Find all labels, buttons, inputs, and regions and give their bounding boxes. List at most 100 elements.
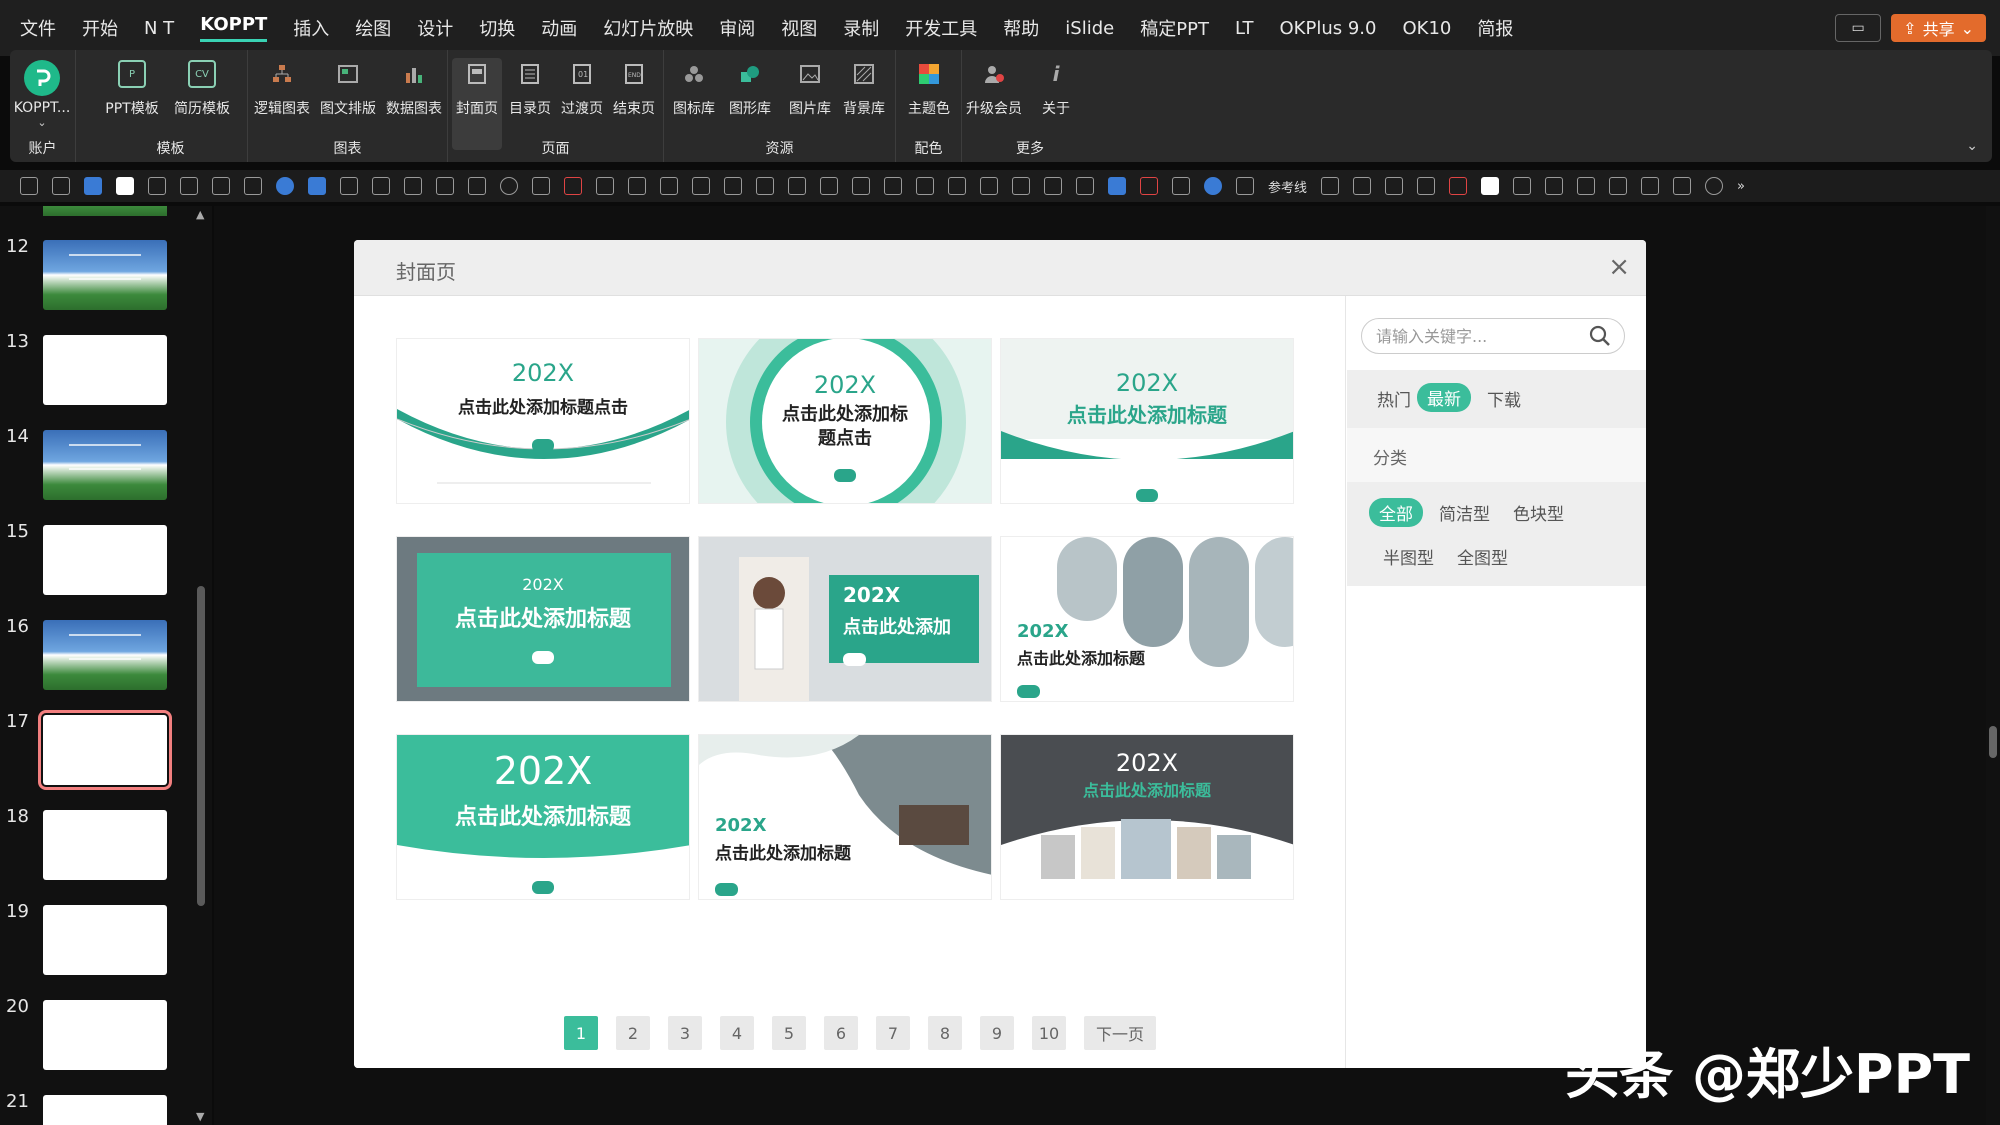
align-center-icon[interactable] — [948, 177, 966, 195]
scrollbar-thumb[interactable] — [197, 586, 205, 906]
slide-thumbnail[interactable] — [43, 1000, 167, 1070]
menu-file[interactable]: 文件 — [20, 15, 56, 41]
merge-shapes-icon[interactable] — [1705, 177, 1724, 195]
category-tab-half-image[interactable]: 半图型 — [1383, 544, 1434, 569]
edit-shape-icon[interactable] — [404, 177, 422, 195]
slide-thumbnail[interactable] — [43, 810, 167, 880]
comments-button[interactable]: ▭ — [1835, 14, 1882, 42]
slide-row[interactable]: 14 — [0, 426, 200, 516]
end-page-button[interactable]: END 结束页 — [608, 58, 660, 118]
category-tab-simple[interactable]: 简洁型 — [1439, 500, 1490, 525]
menu-gaoding[interactable]: 稿定PPT — [1140, 15, 1209, 41]
next-page-button[interactable]: 下一页 — [1084, 1016, 1156, 1050]
circle-icon[interactable] — [1204, 177, 1222, 195]
align-left-icon[interactable] — [884, 177, 902, 195]
template-card[interactable]: 202X 点击此处添加标题 — [396, 734, 690, 900]
align-icon[interactable] — [20, 177, 38, 195]
reference-line-checkbox[interactable] — [1236, 177, 1254, 195]
eraser-icon[interactable] — [1353, 177, 1372, 195]
menu-review[interactable]: 审阅 — [719, 15, 755, 41]
overflow-icon[interactable]: » — [1737, 179, 1745, 194]
slide-row[interactable]: 18 — [0, 806, 200, 896]
page-button-8[interactable]: 8 — [928, 1016, 962, 1050]
category-tab-color-block[interactable]: 色块型 — [1513, 500, 1564, 525]
table-icon[interactable] — [532, 177, 550, 195]
red-mark-icon[interactable] — [1140, 177, 1158, 195]
same-size-icon[interactable] — [1076, 177, 1094, 195]
image-text-layout-button[interactable]: 图文排版 — [316, 58, 380, 118]
category-tab-full-image[interactable]: 全图型 — [1457, 544, 1508, 569]
resume-template-button[interactable]: CV 简历模板 — [170, 58, 234, 118]
template-card[interactable]: 202X 点击此处添加标题点击 — [698, 338, 992, 504]
menu-koppt[interactable]: KOPPT — [200, 14, 268, 42]
picture-icon[interactable] — [244, 177, 262, 195]
category-tab-all[interactable]: 全部 — [1369, 498, 1423, 527]
menu-design[interactable]: 设计 — [417, 15, 453, 41]
group-icon[interactable] — [820, 177, 838, 195]
toc-page-button[interactable]: 目录页 — [504, 58, 556, 118]
font-color-icon[interactable] — [148, 177, 166, 195]
menu-transitions[interactable]: 切换 — [479, 15, 515, 41]
align-right-icon[interactable] — [916, 177, 934, 195]
text-a-icon[interactable] — [1609, 177, 1628, 195]
template-card[interactable]: 202X 点击此处添加标题 — [1000, 536, 1294, 702]
slide-row[interactable]: 20 — [0, 996, 200, 1086]
menu-brief[interactable]: 简报 — [1477, 15, 1513, 41]
slide-row-selected[interactable]: 17 — [0, 710, 200, 801]
logic-chart-button[interactable]: 逻辑图表 — [250, 58, 314, 118]
koppt-account-button[interactable]: KOPPT... ⌄ — [10, 58, 74, 129]
slide-thumbnail[interactable] — [43, 525, 167, 595]
slide-thumbnail-selected[interactable] — [38, 710, 172, 790]
background-library-button[interactable]: 背景库 — [836, 58, 892, 118]
template-card[interactable]: 202X 点击此处添加标题点击 — [396, 338, 690, 504]
menu-view[interactable]: 视图 — [781, 15, 817, 41]
format-painter-icon[interactable] — [660, 177, 678, 195]
plus-icon[interactable] — [1449, 177, 1468, 195]
slide-thumbnail[interactable] — [43, 620, 167, 690]
menu-lt[interactable]: LT — [1235, 18, 1254, 39]
page-button-3[interactable]: 3 — [668, 1016, 702, 1050]
align-middle-icon[interactable] — [980, 177, 998, 195]
align-top-icon[interactable] — [1012, 177, 1030, 195]
slide-thumbnail[interactable] — [43, 335, 167, 405]
template-card[interactable]: 202X 点击此处添加标题 — [1000, 338, 1294, 504]
align-bottom-icon[interactable] — [1044, 177, 1062, 195]
textbox-icon[interactable] — [84, 177, 102, 195]
template-card[interactable]: 202X 点击此处添加 — [698, 536, 992, 702]
shape-library-button[interactable]: 图形库 — [722, 58, 778, 118]
collapse-ribbon-icon[interactable]: ⌄ — [1966, 138, 1978, 154]
page-button-7[interactable]: 7 — [876, 1016, 910, 1050]
slide-thumbnail[interactable] — [43, 905, 167, 975]
scrollbar-thumb[interactable] — [1989, 726, 1997, 758]
menu-draw[interactable]: 绘图 — [355, 15, 391, 41]
crop-icon[interactable] — [212, 177, 230, 195]
page-button-2[interactable]: 2 — [616, 1016, 650, 1050]
page-button-9[interactable]: 9 — [980, 1016, 1014, 1050]
blue-square-icon[interactable] — [1108, 177, 1126, 195]
eyedropper-icon[interactable] — [372, 177, 390, 195]
icon-library-button[interactable]: 图标库 — [666, 58, 722, 118]
slide-thumbnail-partial[interactable] — [43, 206, 167, 216]
template-card[interactable]: 202X 点击此处添加标题 — [698, 734, 992, 900]
close-icon[interactable]: × — [1608, 252, 1630, 282]
slide-thumbnail[interactable] — [43, 430, 167, 500]
pause-icon[interactable] — [1172, 177, 1190, 195]
about-button[interactable]: i 关于 — [1024, 58, 1088, 118]
theme-color-button[interactable]: 主题色 — [897, 58, 961, 118]
menu-islide[interactable]: iSlide — [1065, 18, 1114, 39]
scroll-down-icon[interactable]: ▼ — [196, 1110, 204, 1123]
image-icon[interactable] — [1385, 177, 1404, 195]
sort-tab-hot[interactable]: 热门 — [1377, 386, 1411, 411]
menu-help[interactable]: 帮助 — [1003, 15, 1039, 41]
photo-icon[interactable] — [1513, 177, 1532, 195]
share-button[interactable]: ⇪ 共享 ⌄ — [1891, 14, 1986, 42]
search-input[interactable] — [1376, 325, 1576, 347]
canvas-scrollbar[interactable] — [1986, 206, 2000, 1125]
white-square-icon[interactable] — [1481, 177, 1500, 195]
slide-pane-scrollbar[interactable]: ▲ ▼ — [196, 206, 206, 1125]
smartart-icon[interactable] — [500, 177, 518, 195]
page-button-4[interactable]: 4 — [720, 1016, 754, 1050]
pen-icon[interactable] — [180, 177, 198, 195]
page-button-6[interactable]: 6 — [824, 1016, 858, 1050]
menu-animations[interactable]: 动画 — [541, 15, 577, 41]
